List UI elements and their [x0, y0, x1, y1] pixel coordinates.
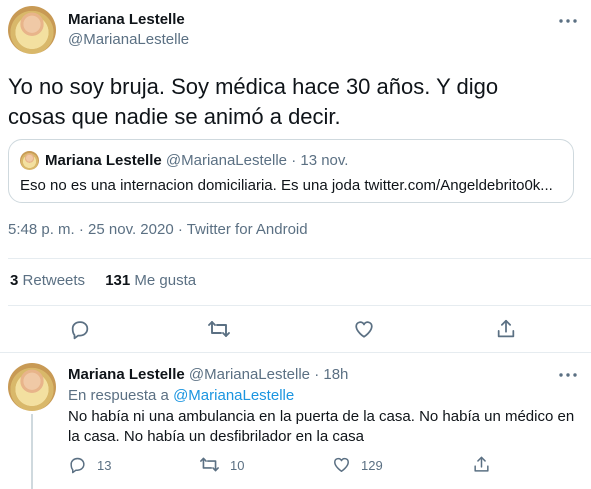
retweets-stat[interactable]: 3 Retweets	[10, 272, 89, 289]
reply-action-share-icon[interactable]	[472, 455, 491, 474]
quoted-author-name: Mariana Lestelle	[45, 152, 162, 169]
likes-count: 131	[105, 272, 131, 289]
in-reply-to-label: En respuesta a	[68, 387, 169, 404]
reply-author-avatar[interactable]	[8, 363, 56, 411]
quoted-author-avatar	[20, 151, 39, 170]
retweets-count: 3	[10, 272, 19, 289]
tweet-timestamp[interactable]: 5:48 p. m. · 25 nov. 2020 · Twitter for …	[8, 221, 308, 238]
quoted-tweet-text: Eso no es una internacion domiciliaria. …	[20, 177, 553, 194]
more-options-icon[interactable]	[556, 12, 580, 30]
author-name[interactable]: Mariana Lestelle	[68, 11, 185, 28]
divider	[0, 352, 591, 353]
likes-label: Me gusta	[134, 272, 197, 289]
reply-time[interactable]: · 18h	[314, 366, 348, 383]
reply-icon[interactable]	[69, 318, 91, 340]
in-reply-to-link[interactable]: @MarianaLestelle	[173, 387, 294, 404]
quoted-author-handle: @MarianaLestelle	[165, 152, 288, 169]
retweets-label: Retweets	[22, 272, 86, 289]
author-avatar[interactable]	[8, 6, 56, 54]
likes-stat[interactable]: 131 Me gusta	[105, 272, 196, 289]
reply-action-reply-icon[interactable]	[68, 455, 87, 474]
divider	[8, 305, 591, 306]
quoted-tweet-card[interactable]: Mariana Lestelle @MarianaLestelle · 13 n…	[8, 139, 574, 203]
share-icon[interactable]	[495, 318, 517, 340]
like-count: 129	[361, 458, 383, 473]
reply-count: 13	[97, 458, 112, 473]
divider	[8, 258, 591, 259]
retweet-count: 10	[230, 458, 245, 473]
like-icon[interactable]	[353, 318, 375, 340]
retweet-icon[interactable]	[207, 318, 231, 340]
reply-action-like-icon[interactable]	[332, 455, 351, 474]
tweet-stats: 3 Retweets 131 Me gusta	[10, 272, 196, 289]
quoted-date: · 13 nov.	[291, 152, 349, 169]
reply-author-handle[interactable]: @MarianaLestelle	[189, 366, 310, 383]
thread-line	[31, 414, 33, 489]
reply-action-retweet-icon[interactable]	[199, 455, 220, 474]
tweet-text: Yo no soy bruja. Soy médica hace 30 años…	[8, 74, 499, 129]
reply-author-name[interactable]: Mariana Lestelle	[68, 366, 185, 383]
reply-tweet-text: No había ni una ambulancia en la puerta …	[68, 408, 575, 445]
reply-more-options-icon[interactable]	[556, 366, 580, 384]
author-handle[interactable]: @MarianaLestelle	[68, 31, 189, 48]
